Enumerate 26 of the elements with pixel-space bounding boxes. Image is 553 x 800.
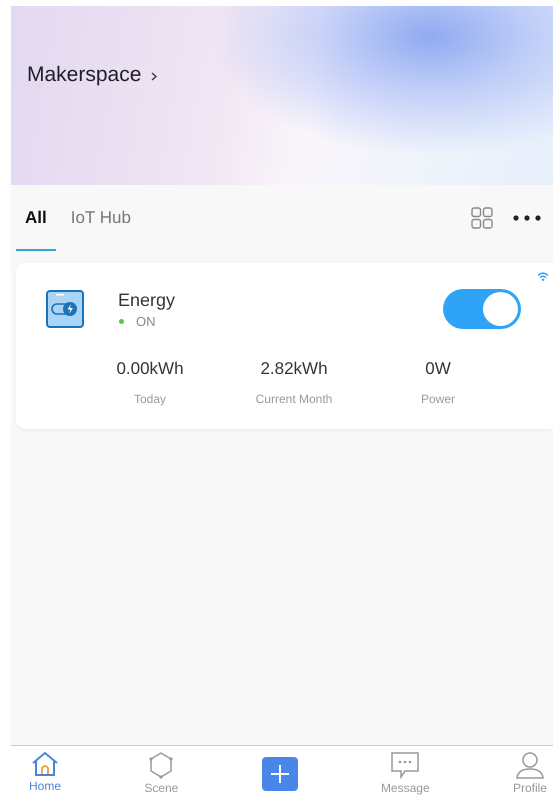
tab[interactable]: All: [16, 185, 56, 251]
nav-tab[interactable]: Home: [29, 751, 62, 793]
stat-label: Today: [132, 392, 168, 406]
stat-value: 0.00kWh: [115, 359, 185, 379]
stat-label: Current Month: [254, 392, 334, 406]
chat-bubble-icon: [390, 751, 420, 779]
stat-value: 2.82kWh: [259, 359, 329, 379]
home-icon: [31, 751, 59, 777]
stat-value: 0W: [424, 359, 452, 379]
status-text: ON: [136, 314, 156, 328]
hexagon-icon: [148, 751, 174, 779]
add-button[interactable]: [262, 757, 298, 791]
nav-tab[interactable]: Profile: [512, 751, 547, 795]
nav-tab[interactable]: Message: [380, 751, 430, 795]
power-toggle[interactable]: [443, 289, 521, 329]
device-name: Energy: [118, 290, 176, 310]
chevron-right-icon[interactable]: [151, 72, 158, 80]
energy-switch-icon: [46, 290, 84, 328]
nav-tab[interactable]: Scene: [144, 751, 178, 795]
more-icon[interactable]: [513, 215, 541, 221]
device-card[interactable]: Energy ON 0.00kWh Today 2.82kWh Current Month 0W Power: [16, 263, 553, 429]
stat-label: Power: [420, 392, 456, 406]
tab[interactable]: IoT Hub: [62, 185, 140, 251]
grid-view-icon[interactable]: [471, 207, 493, 229]
home-name-link[interactable]: Makerspace: [27, 63, 142, 87]
person-icon: [514, 751, 545, 779]
